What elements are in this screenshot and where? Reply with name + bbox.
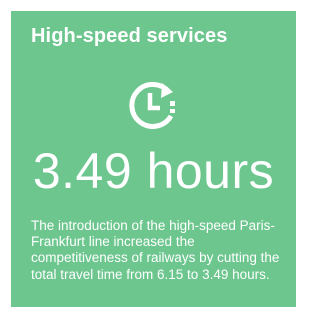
card-title: High-speed services bbox=[31, 25, 228, 47]
clock-refresh-icon bbox=[125, 78, 179, 132]
info-card: High-speed services 3.49 hours The intro… bbox=[11, 11, 296, 307]
card-description: The introduction of the high-speed Paris… bbox=[31, 218, 280, 282]
stat-value: 3.49 hours bbox=[32, 143, 275, 199]
